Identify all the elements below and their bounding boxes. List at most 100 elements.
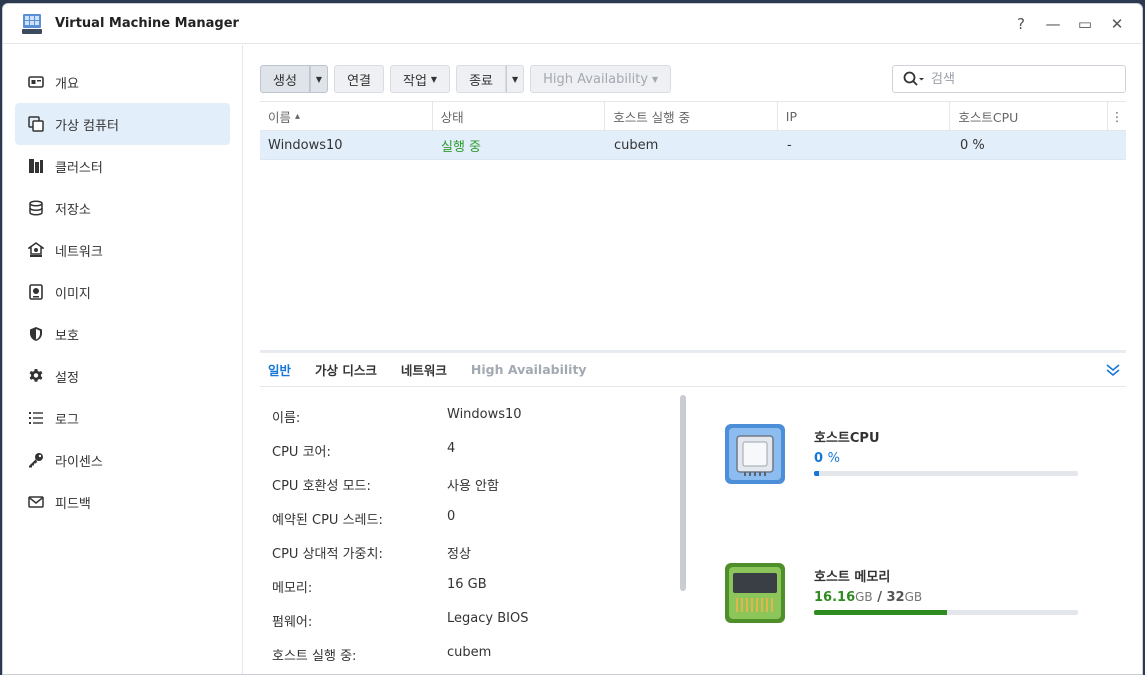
- tab-network[interactable]: 네트워크: [401, 353, 447, 387]
- sidebar-item-virtual-machine[interactable]: 가상 컴퓨터: [15, 103, 230, 145]
- caret-down-icon: ▼: [512, 74, 519, 84]
- action-button[interactable]: 작업 ▼: [390, 65, 451, 93]
- cpu-chip-icon: [725, 424, 785, 484]
- gear-icon: [27, 367, 45, 385]
- table-row[interactable]: Windows10 실행 중 cubem - 0 %: [260, 131, 1126, 160]
- search-icon[interactable]: [903, 71, 925, 87]
- column-header-name[interactable]: 이름 ▴: [260, 102, 433, 130]
- memory-used-unit: GB: [855, 590, 873, 604]
- property-value: 16 GB: [447, 577, 487, 592]
- property-row: CPU 코어: 4: [272, 441, 528, 475]
- shutdown-dropdown-button[interactable]: ▼: [506, 65, 525, 93]
- host-memory-title: 호스트 메모리: [814, 570, 891, 585]
- search-box: [892, 65, 1126, 93]
- cell-host: cubem: [614, 137, 659, 153]
- create-dropdown-button[interactable]: ▼: [309, 65, 329, 93]
- sidebar-item-label: 저장소: [55, 202, 91, 218]
- cluster-icon: [27, 157, 45, 175]
- sidebar-item-network[interactable]: 네트워크: [15, 229, 230, 271]
- app-window: Virtual Machine Manager ? — ▭ ✕ 개요 가상 컴퓨…: [2, 3, 1143, 675]
- property-value: cubem: [447, 645, 492, 660]
- property-label: 호스트 실행 중:: [272, 649, 357, 664]
- sidebar-item-storage[interactable]: 저장소: [15, 187, 230, 229]
- detail-tabs: 일반 가상 디스크 네트워크 High Availability: [260, 353, 1126, 387]
- tab-high-availability[interactable]: High Availability: [471, 353, 587, 387]
- property-value: Windows10: [447, 407, 522, 422]
- host-cpu-bar: [814, 471, 1078, 476]
- collapse-chevron-icon[interactable]: [1106, 363, 1120, 377]
- grid-header: 이름 ▴ 상태 호스트 실행 중 IP 호스트CPU ⋮: [260, 102, 1126, 131]
- sidebar-item-label: 라이센스: [55, 454, 103, 470]
- sidebar-item-label: 로그: [55, 412, 79, 428]
- sidebar-item-label: 설정: [55, 370, 79, 386]
- vm-grid: 이름 ▴ 상태 호스트 실행 중 IP 호스트CPU ⋮ Windows10 실…: [260, 101, 1126, 353]
- search-input[interactable]: [931, 71, 1111, 87]
- cell-name: Windows10: [268, 137, 343, 153]
- key-icon: [27, 451, 45, 469]
- property-label: CPU 호환성 모드:: [272, 479, 371, 494]
- shield-icon: [27, 325, 45, 343]
- column-header-host-cpu[interactable]: 호스트CPU: [950, 102, 1109, 130]
- property-value: 4: [447, 441, 456, 456]
- maximize-button[interactable]: ▭: [1074, 13, 1096, 35]
- tab-general[interactable]: 일반: [268, 353, 291, 387]
- virtual-machine-icon: [27, 115, 45, 133]
- property-value: 사용 안함: [447, 479, 499, 494]
- host-memory-bar-fill: [814, 610, 948, 615]
- property-label: CPU 코어:: [272, 445, 331, 460]
- help-button[interactable]: ?: [1010, 13, 1032, 35]
- column-header-status[interactable]: 상태: [433, 102, 606, 130]
- mail-icon: [27, 493, 45, 511]
- sidebar-item-label: 네트워크: [55, 244, 103, 260]
- sidebar-item-cluster[interactable]: 클러스터: [15, 145, 230, 187]
- column-header-label: 이름: [268, 109, 292, 125]
- sidebar-item-settings[interactable]: 설정: [15, 355, 230, 397]
- memory-total-value: 32: [886, 590, 905, 605]
- sidebar-item-image[interactable]: 이미지: [15, 271, 230, 313]
- toolbar: 생성 ▼ 연결 작업 ▼ 종료 ▼ High Availability ▼: [260, 65, 672, 93]
- column-header-ip[interactable]: IP: [778, 102, 951, 130]
- cell-host-cpu: 0 %: [960, 137, 985, 153]
- sidebar-item-overview[interactable]: 개요: [15, 61, 230, 103]
- minimize-button[interactable]: —: [1042, 13, 1064, 35]
- sidebar-item-label: 이미지: [55, 286, 91, 302]
- shutdown-split-button: 종료 ▼: [456, 65, 525, 93]
- property-label: 예약된 CPU 스레드:: [272, 513, 383, 528]
- overview-icon: [27, 73, 45, 91]
- tab-virtual-disk[interactable]: 가상 디스크: [315, 353, 377, 387]
- sidebar-item-log[interactable]: 로그: [15, 397, 230, 439]
- column-menu-icon[interactable]: ⋮: [1108, 102, 1126, 130]
- sidebar-item-protection[interactable]: 보호: [15, 313, 230, 355]
- sidebar-item-label: 개요: [55, 76, 79, 92]
- log-list-icon: [27, 409, 45, 427]
- network-icon: [27, 241, 45, 259]
- connect-button[interactable]: 연결: [334, 65, 384, 93]
- create-split-button: 생성 ▼: [260, 65, 329, 93]
- property-label: CPU 상대적 가중치:: [272, 547, 383, 562]
- high-availability-button[interactable]: High Availability ▼: [530, 65, 672, 93]
- column-header-host[interactable]: 호스트 실행 중: [605, 102, 778, 130]
- close-button[interactable]: ✕: [1106, 13, 1128, 35]
- ha-label: High Availability: [543, 71, 649, 87]
- action-label: 작업: [403, 73, 427, 89]
- scrollbar-thumb[interactable]: [680, 395, 686, 591]
- window-title: Virtual Machine Manager: [55, 16, 239, 31]
- create-button[interactable]: 생성: [260, 65, 310, 93]
- storage-icon: [27, 199, 45, 217]
- sidebar-item-license[interactable]: 라이센스: [15, 439, 230, 481]
- property-value: 0: [447, 509, 456, 524]
- property-value: 정상: [447, 547, 471, 562]
- property-row: 예약된 CPU 스레드: 0: [272, 509, 528, 543]
- sort-asc-icon: ▴: [295, 110, 301, 122]
- image-icon: [27, 283, 45, 301]
- sidebar-item-feedback[interactable]: 피드백: [15, 481, 230, 523]
- main-content: 생성 ▼ 연결 작업▼ 종료 ▼ High Availability▼ 이름 ▴…: [244, 45, 1142, 674]
- cell-ip: -: [787, 137, 792, 153]
- detail-panel: 일반 가상 디스크 네트워크 High Availability 이름: Wind…: [260, 350, 1126, 674]
- memory-used-value: 16.16: [814, 590, 856, 605]
- sidebar-item-label: 피드백: [55, 496, 91, 512]
- host-memory-value: 16.16GB / 32GB: [814, 590, 922, 605]
- property-label: 이름:: [272, 411, 301, 426]
- caret-down-icon: ▼: [315, 74, 323, 84]
- shutdown-button[interactable]: 종료: [456, 65, 506, 93]
